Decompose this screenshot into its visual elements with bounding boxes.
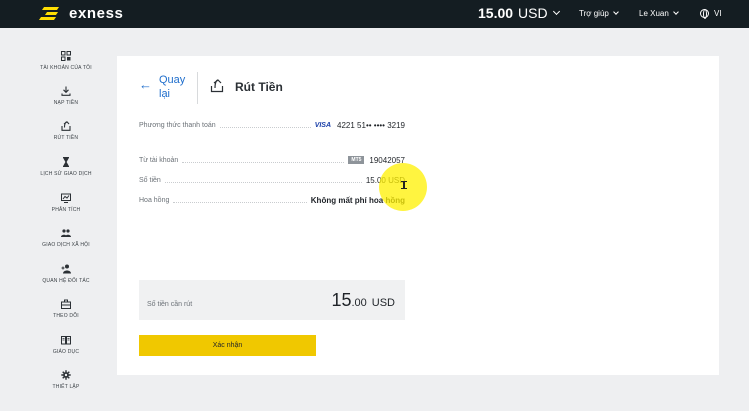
sidebar-item-label: Phân tích	[51, 207, 81, 213]
logo-mark-icon	[38, 6, 64, 20]
sidebar-item-label: Giao dịch xã hội	[42, 242, 90, 248]
title-divider	[197, 72, 198, 104]
sidebar-item-label: Giáo dục	[52, 349, 80, 355]
chevron-down-icon	[552, 7, 560, 16]
grid-icon	[59, 50, 73, 62]
account-type-badge: MT5	[348, 156, 365, 164]
sidebar-item-deposit[interactable]: Nạp tiền	[0, 85, 132, 106]
help-label: Trợ giúp	[579, 8, 609, 18]
sidebar-item-analytics[interactable]: Phân tích	[0, 192, 132, 213]
sidebar-item-label: Nạp tiền	[53, 100, 79, 106]
chevron-down-icon	[672, 8, 679, 15]
fee-row: Hoa hồng Không mất phí hoa hồng	[139, 194, 405, 206]
language-selector[interactable]: VI	[700, 7, 722, 19]
amount-row: Số tiền 15.00 USD	[139, 174, 405, 186]
confirm-button[interactable]: Xác nhận	[139, 335, 316, 356]
amount-label: Số tiền	[139, 176, 161, 184]
fee-label: Hoa hồng	[139, 196, 170, 204]
balance-amount: 15.00	[478, 5, 514, 21]
withdraw-amount-label: Số tiền cần rút	[147, 301, 193, 308]
payment-method-label: Phương thức thanh toán	[139, 121, 216, 129]
withdraw-amount-summary: Số tiền cần rút 15 .00 USD	[139, 280, 405, 320]
payment-method-row: Phương thức thanh toán VISA 4221 51•• ••…	[139, 119, 405, 131]
dotted-leader	[173, 201, 307, 203]
dotted-leader	[164, 181, 362, 183]
sidebar-item-my-accounts[interactable]: Tài khoản của tôi	[0, 50, 132, 71]
exness-logo[interactable]: exness	[38, 4, 124, 22]
sidebar-item-history[interactable]: Lịch sử giao dịch	[0, 156, 132, 177]
sidebar-item-label: Rút tiền	[53, 135, 79, 141]
withdraw-card: ← Quay lại Rút Tiền Phương thức thanh to…	[117, 56, 719, 375]
partner-icon	[59, 263, 73, 275]
help-menu[interactable]: Trợ giúp	[579, 7, 619, 19]
sidebar-item-label: Thiết lập	[52, 384, 80, 390]
sidebar-item-label: Lịch sử giao dịch	[40, 171, 92, 177]
page-title: Rút Tiền	[235, 80, 283, 94]
top-bar: exness 15.00 USD Trợ giúp Le Xuan VI	[0, 0, 749, 28]
download-icon	[59, 85, 73, 97]
back-label: Quay lại	[159, 74, 186, 100]
sidebar-item-education[interactable]: Giáo dục	[0, 334, 132, 355]
people-icon	[59, 227, 73, 239]
sidebar-item-withdraw[interactable]: Rút tiền	[0, 120, 132, 141]
upload-icon	[210, 79, 224, 93]
sidebar-item-follow[interactable]: Theo dõi	[0, 298, 132, 319]
arrow-left-icon: ←	[139, 77, 152, 92]
sidebar-item-label: Theo dõi	[53, 313, 79, 319]
balance-currency: USD	[518, 5, 548, 21]
sidebar-item-partnership[interactable]: Quan hệ đối tác	[0, 263, 132, 284]
balance-dropdown[interactable]: 15.00 USD	[478, 4, 560, 22]
globe-icon	[700, 8, 709, 19]
card-number: 4221 51•• •••• 3219	[337, 120, 405, 130]
text-cursor-icon	[401, 181, 407, 189]
upload-icon	[59, 120, 73, 132]
language-label: VI	[714, 8, 722, 18]
back-button[interactable]: ← Quay lại	[139, 73, 185, 101]
from-account-row: Từ tài khoản MT5 19042057	[139, 154, 405, 166]
sidebar-item-label: Tài khoản của tôi	[40, 65, 92, 71]
dotted-leader	[219, 126, 311, 128]
chevron-down-icon	[613, 8, 619, 15]
visa-logo: VISA	[314, 121, 332, 129]
sidebar-item-settings[interactable]: Thiết lập	[0, 369, 132, 390]
gear-icon	[59, 369, 73, 381]
withdraw-amount: 15 .00 USD	[331, 290, 395, 310]
sidebar: Tài khoản của tôi Nạp tiền Rút tiền Lịch…	[0, 28, 132, 411]
briefcase-icon	[59, 298, 73, 310]
dotted-leader	[182, 161, 345, 163]
chart-icon	[59, 192, 73, 204]
brand-name: exness	[69, 4, 124, 22]
user-menu[interactable]: Le Xuan	[639, 7, 679, 19]
hourglass-icon	[59, 156, 73, 168]
sidebar-item-social-trading[interactable]: Giao dịch xã hội	[0, 227, 132, 248]
user-name: Le Xuan	[639, 8, 669, 18]
book-icon	[59, 334, 73, 346]
sidebar-item-label: Quan hệ đối tác	[42, 278, 90, 284]
from-account-label: Từ tài khoản	[139, 156, 179, 164]
